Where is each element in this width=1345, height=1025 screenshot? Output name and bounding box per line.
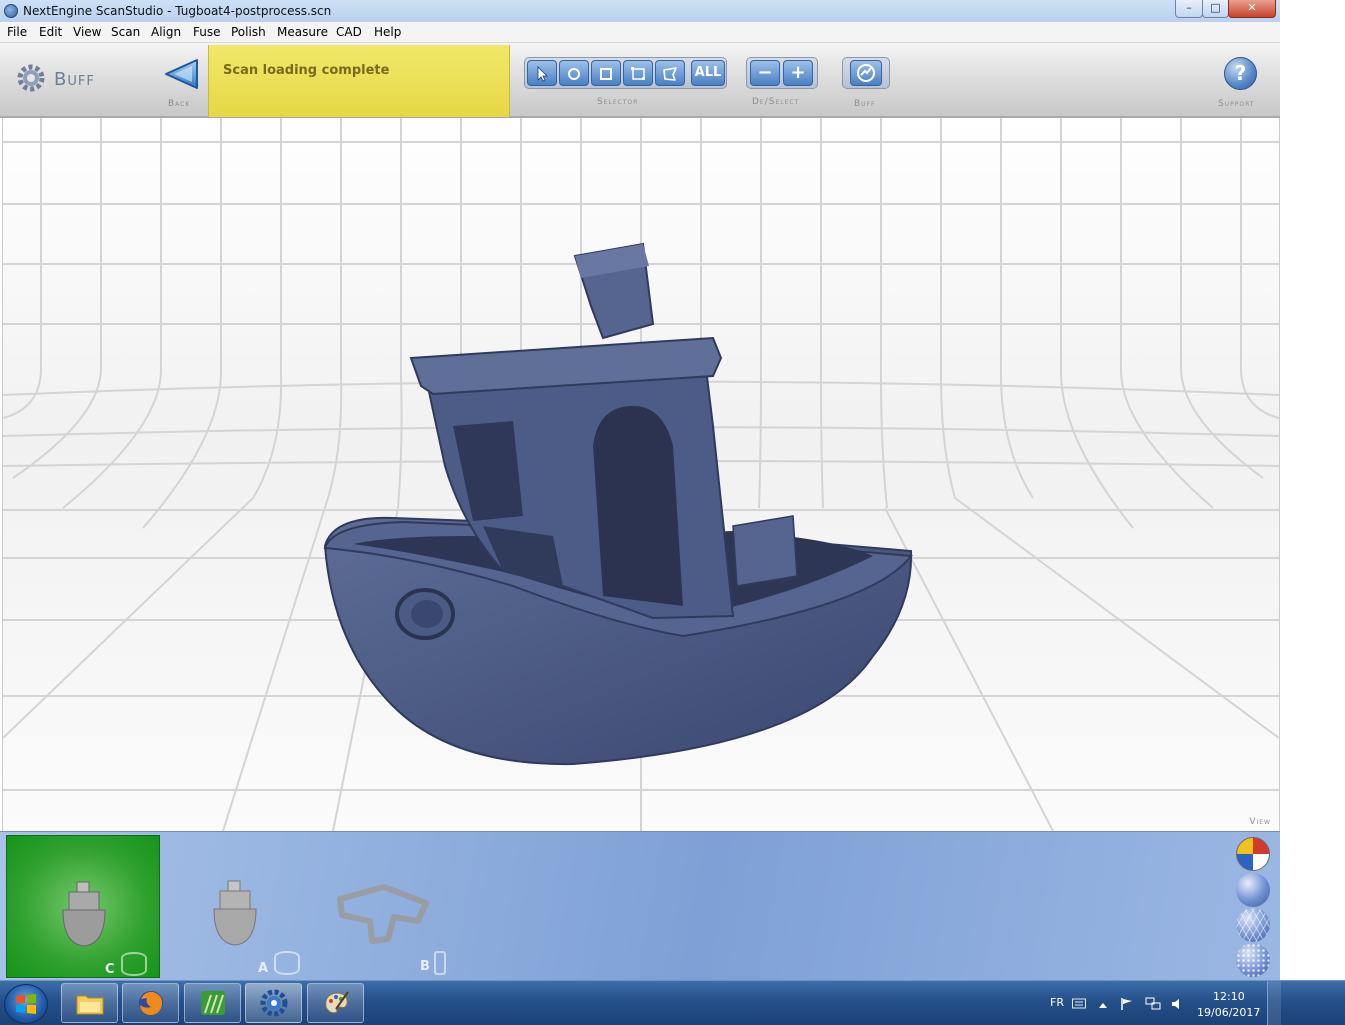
render-color-mode-icon[interactable]: [1236, 837, 1270, 871]
action-center-flag-icon[interactable]: [1120, 997, 1134, 1011]
keyboard-icon[interactable]: [1072, 997, 1086, 1009]
boat-fragment-thumbnail-icon: [337, 884, 429, 944]
clock-date[interactable]: 19/06/2017: [1197, 1006, 1260, 1019]
selector-label: Selector: [597, 97, 639, 107]
menu-help[interactable]: Help: [374, 25, 401, 39]
menu-fuse[interactable]: Fuse: [193, 25, 221, 39]
menu-edit[interactable]: Edit: [39, 25, 62, 39]
menu-cad[interactable]: CAD: [336, 25, 362, 39]
boat-thumbnail-icon: [62, 881, 106, 947]
deselect-group: − +: [746, 57, 818, 89]
buff-button[interactable]: [850, 60, 882, 86]
selector-group: ALL: [524, 57, 727, 89]
select-add-button[interactable]: +: [783, 60, 813, 86]
scan-thumbnail-b[interactable]: B: [320, 835, 474, 978]
start-button[interactable]: [4, 984, 48, 1024]
menu-measure[interactable]: Measure: [277, 25, 328, 39]
scan-tray: C A B: [0, 831, 1280, 981]
support-help-icon[interactable]: ?: [1224, 57, 1257, 90]
buff-label: Buff: [854, 99, 876, 109]
menu-view[interactable]: View: [73, 25, 101, 39]
close-button[interactable]: ✕: [1228, 0, 1276, 18]
menu-file[interactable]: File: [7, 25, 27, 39]
select-square-button[interactable]: [591, 60, 621, 86]
back-arrow-icon[interactable]: [163, 57, 201, 91]
menu-align[interactable]: Align: [151, 25, 181, 39]
deselect-label: De/Select: [752, 97, 800, 107]
menu-bar: File Edit View Scan Align Fuse Polish Me…: [0, 22, 1280, 43]
toolbar: Buff Back Scan loading complete ALL Sele…: [0, 43, 1280, 118]
circle-select-icon: [568, 68, 580, 80]
buff-group: [842, 57, 890, 89]
language-indicator[interactable]: FR: [1050, 996, 1064, 1009]
cylinder-icon: [434, 951, 446, 975]
scanned-tugboat-model[interactable]: [313, 226, 933, 786]
green-brush-app-icon: [201, 991, 225, 1015]
windows-logo-icon: [16, 994, 36, 1014]
3d-viewport[interactable]: View: [2, 118, 1280, 831]
taskbar-scanstudio-button[interactable]: [245, 983, 302, 1023]
view-label: View: [1249, 817, 1271, 827]
deselect-button[interactable]: −: [750, 60, 780, 86]
scan-letter-a: A: [258, 961, 269, 976]
lasso-select-icon: [663, 67, 677, 81]
volume-icon[interactable]: [1170, 997, 1184, 1011]
support-label: Support: [1218, 99, 1255, 109]
firefox-icon: [139, 991, 163, 1015]
render-solid-mode-icon[interactable]: [1236, 873, 1270, 907]
show-desktop-button[interactable]: [1267, 981, 1281, 1025]
gear-icon: [17, 64, 45, 92]
select-circle-button[interactable]: [559, 60, 589, 86]
scan-thumbnail-a[interactable]: A: [160, 835, 314, 978]
maximize-button[interactable]: □: [1202, 0, 1229, 18]
menu-scan[interactable]: Scan: [111, 25, 140, 39]
cursor-arrow-icon: [537, 66, 548, 82]
status-message: Scan loading complete: [223, 63, 390, 78]
select-lasso-button[interactable]: [655, 60, 685, 86]
show-hidden-icons-icon[interactable]: [1098, 1001, 1108, 1009]
scan-thumbnail-c[interactable]: C: [6, 835, 160, 978]
render-wireframe-mode-icon[interactable]: [1236, 908, 1270, 942]
taskbar-explorer-button[interactable]: [61, 983, 118, 1023]
render-points-mode-icon[interactable]: [1236, 943, 1270, 977]
app-icon: [4, 4, 18, 18]
select-rectangle-button[interactable]: [623, 60, 653, 86]
scan-letter-c: C: [105, 962, 115, 977]
window-title: NextEngine ScanStudio - Tugboat4-postpro…: [23, 4, 332, 18]
minimize-button[interactable]: –: [1175, 0, 1203, 18]
scan-letter-b: B: [420, 959, 430, 974]
title-bar: NextEngine ScanStudio - Tugboat4-postpro…: [0, 0, 1280, 23]
taskbar: FR 12:10 19/06/2017: [0, 980, 1345, 1025]
back-label: Back: [168, 99, 191, 109]
taskbar-paint-button[interactable]: [307, 983, 364, 1023]
mode-title: Buff: [54, 69, 95, 90]
boat-thumbnail-icon: [213, 880, 257, 946]
square-select-icon: [600, 68, 612, 80]
app-window: NextEngine ScanStudio - Tugboat4-postpro…: [0, 0, 1280, 1024]
buff-tool-icon: [857, 64, 875, 82]
network-icon[interactable]: [1145, 997, 1161, 1011]
rectangle-select-icon: [631, 67, 645, 80]
clock-time[interactable]: 12:10: [1213, 990, 1245, 1003]
menu-polish[interactable]: Polish: [231, 25, 266, 39]
paint-palette-icon: [325, 991, 349, 1014]
status-panel: Scan loading complete: [208, 45, 510, 117]
taskbar-firefox-button[interactable]: [122, 983, 179, 1023]
folder-icon: [76, 995, 104, 1015]
scanstudio-icon: [260, 989, 288, 1017]
select-pointer-button[interactable]: [527, 60, 557, 86]
cylinder-icon: [274, 951, 300, 975]
cylinder-icon: [121, 952, 147, 976]
select-all-button[interactable]: ALL: [691, 60, 725, 86]
taskbar-app-button[interactable]: [184, 983, 241, 1023]
